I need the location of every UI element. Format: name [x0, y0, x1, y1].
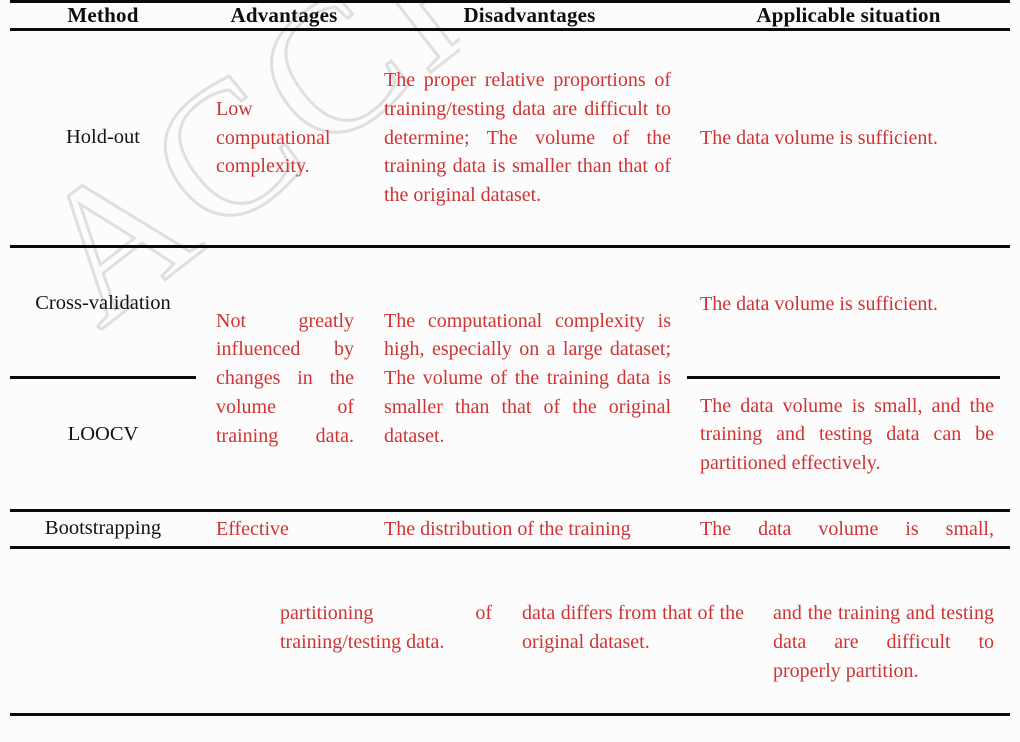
table-body: Hold-out Low computational complexity. T… [10, 30, 1010, 548]
table-row: Cross-validation Not greatly influenced … [10, 247, 1010, 446]
cell-disadvantages-bootstrapping: The distribution of the training [372, 511, 687, 548]
advantages-text: Effective [216, 517, 289, 540]
disadvantages-text: The distribution of the training [384, 517, 631, 540]
table-row: Hold-out Low computational complexity. T… [10, 30, 1010, 247]
cell-applicable-loocv: The data volume is small, and the traini… [687, 361, 1010, 511]
applicable-text-continuation: and the training and testing data are di… [773, 602, 994, 682]
row-divider-method-loocv [10, 376, 196, 379]
column-header-advantages: Advantages [196, 0, 372, 31]
cell-method-holdout: Hold-out [10, 30, 196, 247]
advantages-text: Not greatly influenced by changes in the… [216, 309, 354, 447]
column-header-applicable-situation: Applicable situation [687, 0, 1010, 31]
cell-method-loocv: LOOCV [10, 361, 196, 511]
cell-applicable-bootstrapping: The data volume is small, [687, 511, 1010, 548]
applicable-text: The data volume is small, and the traini… [700, 394, 994, 475]
applicable-text: The data volume is small, [700, 517, 994, 540]
cell-disadvantages-holdout: The proper relative proportions of train… [372, 30, 687, 247]
method-label: Bootstrapping [44, 517, 162, 540]
document-page: ACCE Method Advantages Disadvantages App… [0, 0, 1020, 742]
disadvantages-text: The proper relative proportions of train… [384, 69, 671, 207]
cell-advantages-continuation: partitioning of training/testing data. [260, 599, 510, 714]
comparison-table: Method Advantages Disadvantages Applicab… [10, 0, 1010, 549]
column-header-disadvantages: Disadvantages [372, 0, 687, 31]
cell-method-bootstrapping: Bootstrapping [10, 511, 196, 548]
cell-applicable-continuation: and the training and testing data are di… [760, 599, 1010, 714]
cell-advantages-cross-validation-loocv: Not greatly influenced by changes in the… [196, 247, 372, 511]
advantages-text: Low computational complexity. [216, 97, 331, 178]
cell-disadvantages-cross-validation-loocv: The computational complexity is high, es… [372, 247, 687, 511]
column-header-method: Method [10, 0, 196, 31]
cell-advantages-holdout: Low computational complexity. [196, 30, 372, 247]
cell-advantages-bootstrapping: Effective [196, 511, 372, 548]
table-row: partitioning of training/testing data. d… [10, 599, 1010, 714]
page-break-gap [0, 549, 1020, 599]
applicable-text: The data volume is sufficient. [700, 126, 938, 149]
cell-method-cross-validation: Cross-validation [10, 247, 196, 361]
header-row: Method Advantages Disadvantages Applicab… [10, 0, 1010, 31]
table-header: Method Advantages Disadvantages Applicab… [10, 0, 1010, 31]
applicable-text: The data volume is sufficient. [700, 292, 938, 315]
method-label: Cross-validation [35, 292, 171, 315]
method-label: Hold-out [65, 126, 141, 149]
disadvantages-text: The computational complexity is high, es… [384, 309, 671, 447]
method-label: LOOCV [67, 422, 139, 445]
row-divider-applicable-loocv [687, 376, 1000, 379]
advantages-text-continuation: partitioning of training/testing data. [280, 602, 492, 653]
cell-applicable-holdout: The data volume is sufficient. [687, 30, 1010, 247]
table-row: Bootstrapping Effective The distribution… [10, 511, 1010, 548]
cell-disadvantages-continuation: data differs from that of the original d… [510, 599, 760, 714]
disadvantages-text-continuation: data differs from that of the original d… [522, 602, 744, 653]
cell-applicable-cross-validation: The data volume is sufficient. [687, 247, 1010, 361]
comparison-table-continuation: partitioning of training/testing data. d… [10, 599, 1010, 716]
cell-method-continuation [10, 599, 260, 714]
